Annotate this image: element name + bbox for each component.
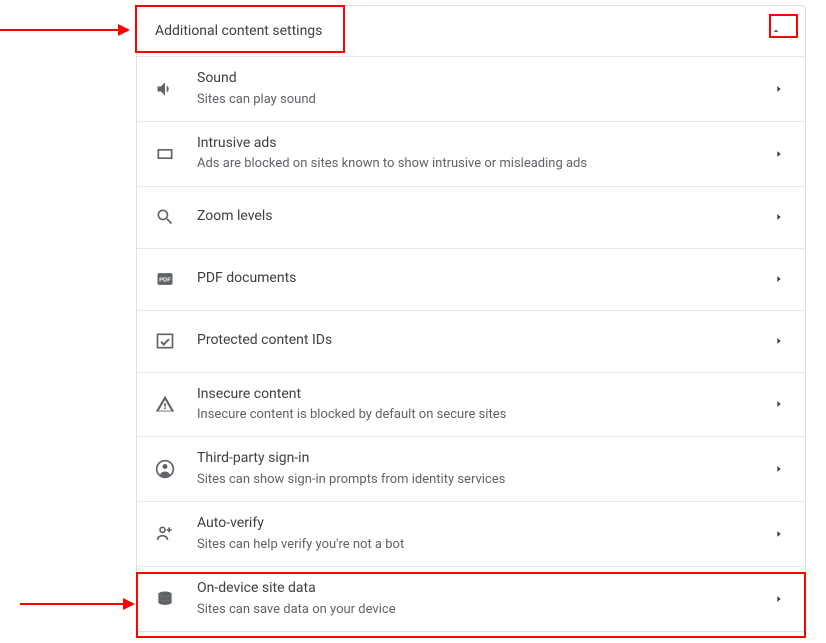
setting-item-body: Intrusive ads Ads are blocked on sites k…	[197, 134, 771, 174]
setting-item-third-party-signin[interactable]: Third-party sign-in Sites can show sign-…	[137, 437, 805, 502]
setting-item-title: Auto-verify	[197, 514, 771, 534]
chevron-right-icon	[771, 461, 787, 477]
setting-item-intrusive-ads[interactable]: Intrusive ads Ads are blocked on sites k…	[137, 122, 805, 187]
setting-item-sub: Ads are blocked on sites known to show i…	[197, 155, 771, 173]
chevron-right-icon	[771, 333, 787, 349]
setting-item-body: On-device site data Sites can save data …	[197, 579, 771, 619]
section-header-title: Additional content settings	[155, 23, 322, 39]
setting-item-sub: Insecure content is blocked by default o…	[197, 406, 771, 424]
section-header[interactable]: Additional content settings	[137, 6, 805, 57]
setting-item-title: Intrusive ads	[197, 134, 771, 154]
setting-item-title: Zoom levels	[197, 207, 771, 227]
setting-item-sub: Sites can play sound	[197, 91, 771, 109]
collapse-chevron-up-icon[interactable]	[765, 20, 787, 42]
chevron-right-icon	[771, 146, 787, 162]
setting-item-title: Protected content IDs	[197, 331, 771, 351]
setting-item-title: Third-party sign-in	[197, 449, 771, 469]
setting-item-title: PDF documents	[197, 269, 771, 289]
person-circle-icon	[155, 459, 175, 479]
setting-item-auto-verify[interactable]: Auto-verify Sites can help verify you're…	[137, 502, 805, 567]
setting-item-sound[interactable]: Sound Sites can play sound	[137, 57, 805, 122]
setting-item-zoom-levels[interactable]: Zoom levels	[137, 187, 805, 249]
svg-text:PDF: PDF	[159, 278, 171, 284]
setting-item-on-device-site-data[interactable]: On-device site data Sites can save data …	[137, 567, 805, 631]
annotation-arrow-bottom	[20, 594, 135, 614]
protected-content-icon	[155, 331, 175, 351]
setting-item-title: Insecure content	[197, 385, 771, 405]
search-icon	[155, 207, 175, 227]
setting-item-body: Protected content IDs	[197, 331, 771, 351]
chevron-right-icon	[771, 396, 787, 412]
setting-item-body: Insecure content Insecure content is blo…	[197, 385, 771, 425]
setting-item-insecure-content[interactable]: Insecure content Insecure content is blo…	[137, 373, 805, 438]
setting-item-body: Auto-verify Sites can help verify you're…	[197, 514, 771, 554]
setting-item-body: Sound Sites can play sound	[197, 69, 771, 109]
setting-item-title: Sound	[197, 69, 771, 89]
setting-item-protected-content[interactable]: Protected content IDs	[137, 311, 805, 373]
setting-item-sub: Sites can save data on your device	[197, 601, 771, 619]
storage-icon	[155, 589, 175, 609]
setting-item-title: On-device site data	[197, 579, 771, 599]
setting-item-pdf-documents[interactable]: PDF PDF documents	[137, 249, 805, 311]
setting-item-body: Third-party sign-in Sites can show sign-…	[197, 449, 771, 489]
chevron-right-icon	[771, 271, 787, 287]
chevron-right-icon	[771, 81, 787, 97]
additional-content-settings-panel: Additional content settings Sound Sites …	[136, 5, 806, 632]
setting-item-body: Zoom levels	[197, 207, 771, 227]
ads-icon	[155, 144, 175, 164]
chevron-right-icon	[771, 526, 787, 542]
pdf-icon: PDF	[155, 269, 175, 289]
setting-item-body: PDF documents	[197, 269, 771, 289]
warning-icon	[155, 394, 175, 414]
auto-verify-icon	[155, 524, 175, 544]
chevron-right-icon	[771, 591, 787, 607]
annotation-arrow-top	[0, 20, 130, 40]
sound-icon	[155, 79, 175, 99]
setting-item-sub: Sites can help verify you're not a bot	[197, 536, 771, 554]
setting-item-sub: Sites can show sign-in prompts from iden…	[197, 471, 771, 489]
chevron-right-icon	[771, 209, 787, 225]
